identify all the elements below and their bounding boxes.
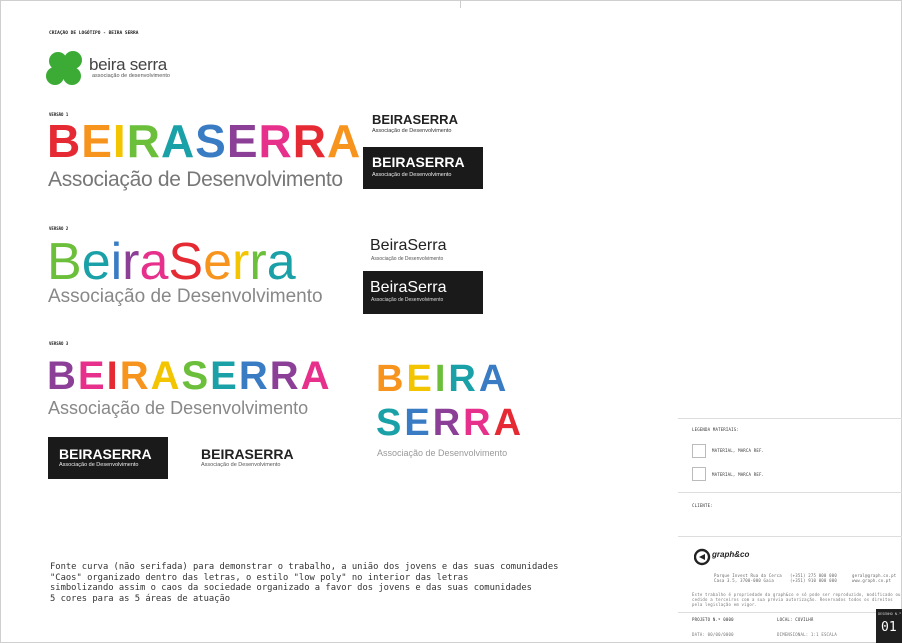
wordmark-letter: A — [160, 115, 196, 167]
version-3-label: VERSÃO 3 — [49, 341, 69, 346]
version-2-label: VERSÃO 2 — [49, 226, 69, 231]
version-3-dark-subtitle: Associação de Desenvolvimento — [59, 462, 139, 468]
wordmark-letter: B — [376, 358, 407, 400]
sheet-number: 01 — [881, 620, 897, 635]
wordmark-letter: R — [448, 358, 479, 400]
project-location: LOCAL: COVILHÃ — [777, 617, 814, 622]
wordmark-letter: A — [327, 115, 362, 167]
wordmark-letter: i — [110, 233, 123, 291]
version-1-mini-wordmark: BEIRASERRA — [372, 112, 458, 127]
legend-item: MATERIAL, MARCA REF. — [712, 472, 765, 477]
wordmark-letter: R — [269, 354, 301, 398]
wordmark-letter: A — [300, 354, 332, 398]
version-3-mini-subtitle: Associação de Desenvolvimento — [201, 462, 281, 468]
version-2-dark-wordmark: BeiraSerra — [370, 279, 447, 296]
wordmark-letter: r — [232, 233, 250, 291]
wordmark-letter: R — [463, 402, 494, 444]
wordmark-letter: B — [47, 233, 82, 291]
legend-item: MATERIAL, MARCA REF. — [712, 448, 765, 453]
wordmark-letter: S — [376, 402, 405, 444]
wordmark-letter: R — [119, 354, 151, 398]
wordmark-letter: S — [195, 115, 227, 167]
wordmark-letter: E — [81, 115, 113, 167]
version-3-subtitle: Associação de Desenvolvimento — [48, 398, 309, 418]
wordmark-letter: B — [47, 354, 78, 398]
wordmark-letter: e — [203, 233, 233, 291]
legend-swatch — [692, 467, 706, 481]
project-scale: DIMENSIONAL: 1:1 ESCALA — [777, 632, 837, 637]
wordmark-letter: r — [249, 233, 267, 291]
wordmark-letter: E — [210, 354, 239, 398]
wordmark-letter: R — [292, 115, 328, 167]
concept-description: Fonte curva (não serifada) para demonstr… — [50, 562, 558, 604]
wordmark-letter: E — [226, 115, 259, 167]
project-date: DATA: 00/00/0000 — [692, 632, 734, 637]
version-3-wordmark: BEIRASERRA — [47, 355, 332, 397]
logo-subtitle: associação de desenvolvimento — [92, 73, 170, 79]
version-1-dark-subtitle: Associação de Desenvolvimento — [372, 172, 452, 178]
version-2-subtitle: Associação de Desenvolvimento — [48, 286, 323, 307]
client-label: CLIENTE: — [692, 503, 713, 508]
agency-name: graph&co — [712, 550, 750, 559]
sheet-title: CRIAÇÃO DE LOGÓTIPO - BEIRA SERRA — [49, 31, 139, 36]
version-3-stacked-line-2: SERRA — [376, 404, 524, 442]
description-line: 5 cores para as 5 áreas de atuação — [50, 593, 231, 604]
wordmark-letter: I — [434, 358, 449, 400]
agency-address: Parque Invest Rua da Cerca Casa 3.5, 370… — [714, 573, 782, 583]
legend-swatch — [692, 444, 706, 458]
wordmark-letter: R — [238, 354, 270, 398]
panel-divider — [678, 536, 902, 537]
version-2-wordmark: BeiraSerra — [47, 236, 296, 288]
address-line: Casa 3.5, 3700-000 Gaia — [714, 578, 774, 583]
fold-mark — [460, 0, 461, 8]
wordmark-letter: A — [493, 402, 525, 444]
wordmark-letter: E — [404, 402, 433, 444]
wordmark-letter: a — [266, 233, 296, 291]
description-line: "Caos" organizado dentro das letras, o e… — [50, 572, 469, 583]
wordmark-letter: A — [478, 358, 510, 400]
panel-divider — [678, 418, 902, 419]
wordmark-letter: R — [432, 402, 464, 444]
wordmark-letter: E — [77, 354, 107, 398]
version-2-mini-subtitle: Associação de Desenvolvimento — [371, 256, 444, 262]
agency-phone: (+351) 275 000 000 (+351) 910 000 000 — [790, 573, 837, 583]
contact-line: www.graph.co.pt — [852, 578, 892, 583]
wordmark-letter: S — [181, 354, 211, 398]
sheet-number-label: DESENHO N.º — [878, 612, 902, 616]
version-1-wordmark: BEIRASERRA — [47, 118, 361, 164]
wordmark-letter: S — [168, 233, 204, 291]
logo-name: beira serra — [89, 55, 167, 74]
version-3-dark-wordmark: BEIRASERRA — [59, 446, 152, 462]
version-3-mini-wordmark: BEIRASERRA — [201, 446, 294, 462]
agency-contact: geral@graph.co.pt www.graph.co.pt — [852, 573, 896, 583]
clover-logo-icon — [46, 51, 82, 85]
description-line: simbolizando assim o caos da sociedade o… — [50, 583, 532, 594]
version-1-subtitle: Associação de Desenvolvimento — [48, 168, 343, 191]
wordmark-letter: I — [112, 115, 127, 167]
drawing-sheet — [0, 0, 902, 643]
legend-title: LEGENDA MATERIAIS: — [692, 427, 739, 432]
legal-notice: Este trabalho é propriedade da graph&co … — [692, 592, 901, 607]
description-line: Fonte curva (não serifada) para demonstr… — [50, 562, 559, 572]
phone-line: (+351) 910 000 000 — [790, 578, 837, 583]
wordmark-letter: r — [122, 233, 140, 291]
version-1-mini-subtitle: Associação de Desenvolvimento — [372, 128, 452, 134]
wordmark-letter: e — [81, 233, 111, 291]
version-2-dark-subtitle: Associação de Desenvolvimento — [371, 297, 444, 303]
wordmark-letter: B — [47, 115, 82, 167]
wordmark-letter: I — [106, 354, 120, 398]
project-number: PROJETO N.º 0000 — [692, 617, 734, 622]
panel-divider — [678, 612, 902, 613]
wordmark-letter: A — [150, 354, 182, 398]
panel-divider — [678, 492, 902, 493]
wordmark-letter: R — [126, 115, 161, 167]
wordmark-letter: E — [406, 358, 435, 400]
version-3-stacked-line-1: BEIRA — [376, 360, 509, 398]
wordmark-letter: a — [139, 233, 169, 291]
version-3-stacked-subtitle: Associação de Desenvolvimento — [377, 448, 508, 458]
version-2-mini-wordmark: BeiraSerra — [370, 237, 447, 254]
wordmark-letter: R — [258, 115, 293, 167]
version-1-dark-wordmark: BEIRASERRA — [372, 154, 465, 170]
